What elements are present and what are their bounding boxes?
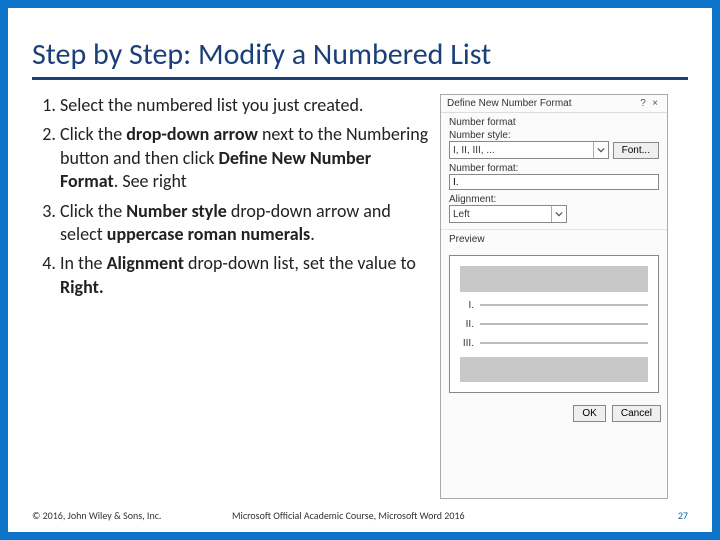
slide-title: Step by Step: Modify a Numbered List: [32, 36, 688, 73]
list-item: Select the numbered list you just create…: [60, 94, 430, 117]
dialog-title: Define New Number Format: [447, 98, 637, 109]
section-number-format: Number format: [449, 117, 659, 128]
help-icon[interactable]: ?: [637, 98, 649, 109]
label-number-style: Number style:: [449, 130, 659, 141]
list-item: Click the drop-down arrow next to the Nu…: [60, 123, 430, 193]
chevron-down-icon: [551, 206, 566, 222]
preview-pane: I. II. III.: [449, 255, 659, 393]
step-list: Select the numbered list you just create…: [32, 94, 430, 499]
chevron-down-icon: [593, 142, 608, 158]
list-item: In the Alignment drop-down list, set the…: [60, 252, 430, 299]
slide-footer: © 2016, John Wiley & Sons, Inc. Microsof…: [32, 499, 688, 522]
ok-button[interactable]: OK: [573, 405, 605, 422]
alignment-dropdown[interactable]: Left: [449, 205, 567, 223]
cancel-button[interactable]: Cancel: [612, 405, 661, 422]
footer-course: Microsoft Official Academic Course, Micr…: [232, 509, 648, 522]
footer-page: 27: [648, 509, 688, 522]
list-item: Click the Number style drop-down arrow a…: [60, 200, 430, 247]
label-number-format: Number format:: [449, 163, 659, 174]
footer-copyright: © 2016, John Wiley & Sons, Inc.: [32, 509, 232, 522]
number-format-input[interactable]: [449, 174, 659, 190]
label-preview: Preview: [449, 234, 659, 245]
dialog-titlebar: Define New Number Format ? ×: [441, 95, 667, 113]
number-style-dropdown[interactable]: I, II, III, ...: [449, 141, 609, 159]
define-number-format-dialog: Define New Number Format ? × Number form…: [440, 94, 668, 499]
title-rule: [32, 77, 688, 80]
font-button[interactable]: Font...: [613, 142, 659, 159]
close-icon[interactable]: ×: [649, 98, 661, 109]
label-alignment: Alignment:: [449, 194, 659, 205]
